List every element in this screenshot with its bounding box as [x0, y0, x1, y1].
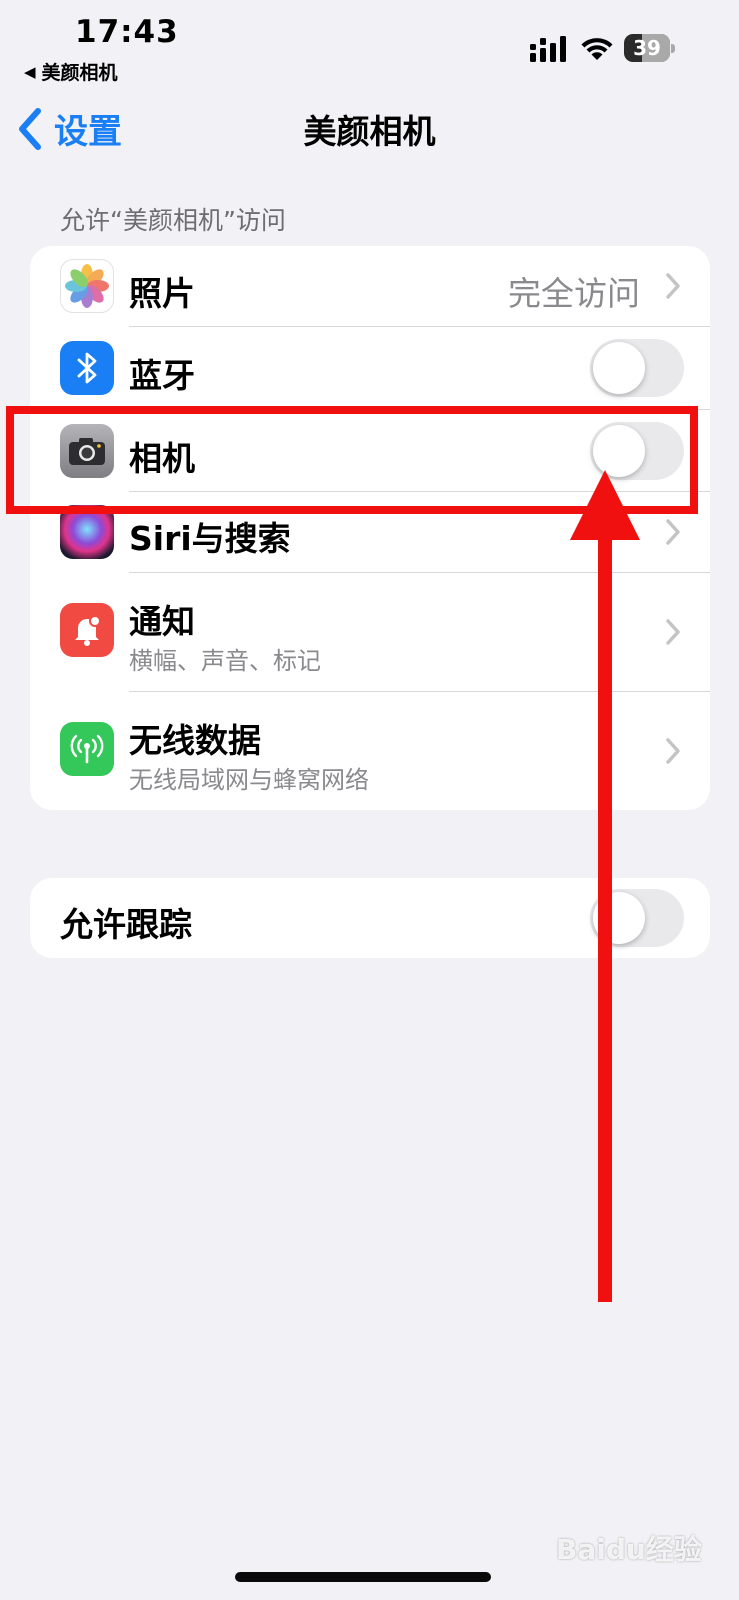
back-app-label: 美颜相机	[41, 62, 118, 84]
wireless-data-icon	[60, 722, 114, 776]
row-bluetooth: 蓝牙	[30, 327, 710, 409]
photos-icon	[60, 259, 114, 313]
row-label: Siri与搜索	[129, 519, 291, 558]
bluetooth-icon	[60, 341, 114, 395]
annotation-arrow-up-icon	[570, 470, 640, 1302]
home-indicator[interactable]	[235, 1572, 491, 1582]
status-time: 17:43	[75, 14, 179, 50]
wifi-icon	[581, 38, 613, 60]
back-triangle-icon: ◀	[24, 62, 36, 81]
row-label: 通知	[129, 602, 195, 641]
row-sublabel: 横幅、声音、标记	[129, 647, 321, 675]
back-to-app-link[interactable]: ◀ 美颜相机	[24, 58, 118, 85]
bluetooth-toggle[interactable]	[590, 339, 684, 397]
chevron-right-icon	[666, 619, 680, 645]
row-label: 照片	[129, 274, 195, 313]
chevron-right-icon	[666, 519, 680, 545]
chevron-right-icon	[666, 738, 680, 764]
row-label: 无线数据	[129, 721, 261, 760]
signal-icon	[530, 36, 566, 62]
page-title: 美颜相机	[303, 112, 436, 151]
battery-level: 39	[633, 36, 661, 60]
section-header: 允许“美颜相机”访问	[60, 206, 286, 235]
status-bar: 17:43 ◀ 美颜相机 39	[0, 0, 739, 90]
chevron-right-icon	[666, 273, 680, 299]
row-sublabel: 无线局域网与蜂窝网络	[129, 766, 369, 794]
row-label: 允许跟踪	[60, 905, 192, 944]
row-value: 完全访问	[508, 274, 640, 313]
row-label: 蓝牙	[129, 356, 195, 395]
notifications-icon	[60, 603, 114, 657]
battery-icon: 39	[624, 34, 676, 62]
watermark: Baidu经验	[556, 1533, 702, 1566]
row-photos[interactable]: 照片 完全访问	[30, 246, 710, 326]
